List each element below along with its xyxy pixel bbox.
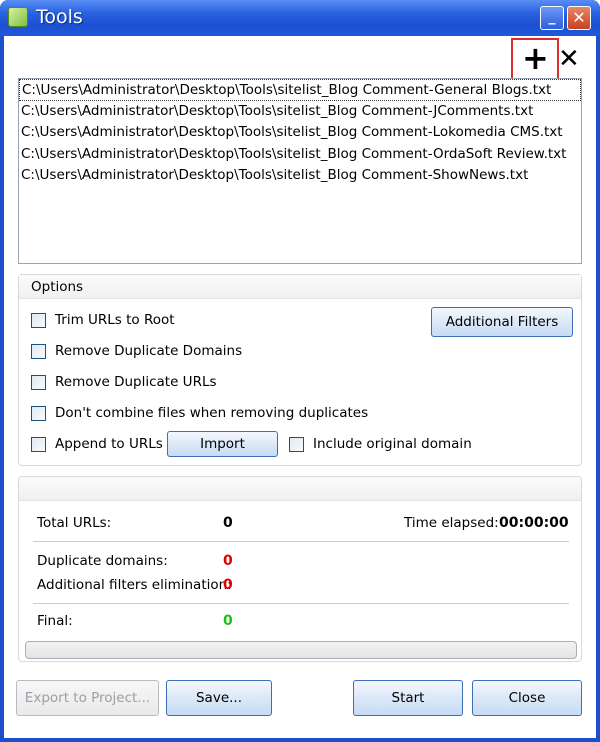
total-urls-value: 0 (223, 515, 233, 531)
client-area: + ✕ C:\Users\Administrator\Desktop\Tools… (4, 36, 596, 738)
stats-group: Total URLs: 0 Time elapsed: 00:00:00 Dup… (18, 476, 582, 662)
include-domain-checkbox[interactable] (289, 436, 304, 452)
remove-dup-urls-option[interactable]: Remove Duplicate URLs (31, 372, 217, 392)
additional-filters-elim-label: Additional filters elimination: (37, 577, 232, 593)
export-to-project-button[interactable]: Export to Project... (16, 680, 159, 716)
append-urls-checkbox[interactable] (31, 436, 46, 452)
remove-dup-urls-label: Remove Duplicate URLs (55, 374, 217, 390)
list-item[interactable]: C:\Users\Administrator\Desktop\Tools\sit… (19, 165, 581, 187)
list-item[interactable]: C:\Users\Administrator\Desktop\Tools\sit… (19, 144, 581, 166)
file-list[interactable]: C:\Users\Administrator\Desktop\Tools\sit… (18, 78, 582, 264)
app-icon (8, 7, 28, 27)
time-elapsed-value: 00:00:00 (499, 515, 569, 531)
list-item[interactable]: C:\Users\Administrator\Desktop\Tools\sit… (19, 122, 581, 144)
dont-combine-option[interactable]: Don't combine files when removing duplic… (31, 403, 368, 423)
minimize-button[interactable]: _ (540, 6, 564, 30)
stats-header (19, 477, 581, 501)
plus-icon[interactable]: + (522, 40, 549, 76)
final-label: Final: (37, 613, 73, 629)
progress-bar (25, 641, 577, 659)
close-button[interactable]: Close (472, 680, 582, 716)
remove-dup-domains-option[interactable]: Remove Duplicate Domains (31, 341, 242, 361)
window-close-button[interactable]: ✕ (567, 6, 591, 30)
dont-combine-checkbox[interactable] (31, 405, 46, 421)
final-value: 0 (223, 613, 233, 629)
include-domain-option[interactable]: Include original domain (289, 434, 472, 454)
append-urls-label: Append to URLs (55, 436, 163, 452)
dup-domains-label: Duplicate domains: (37, 553, 168, 569)
total-urls-label: Total URLs: (37, 515, 112, 531)
dup-domains-value: 0 (223, 553, 233, 569)
append-urls-option[interactable]: Append to URLs (31, 434, 163, 454)
options-title: Options (31, 279, 84, 295)
additional-filters-button[interactable]: Additional Filters (431, 307, 573, 337)
remove-dup-domains-checkbox[interactable] (31, 343, 46, 359)
close-icon[interactable]: ✕ (558, 44, 580, 74)
additional-filters-elim-value: 0 (223, 577, 233, 593)
options-header: Options (19, 275, 581, 299)
window-title: Tools (36, 6, 83, 28)
divider (33, 603, 569, 604)
import-button[interactable]: Import (167, 431, 278, 457)
remove-dup-urls-checkbox[interactable] (31, 374, 46, 390)
divider (33, 541, 569, 542)
trim-urls-label: Trim URLs to Root (55, 312, 175, 328)
remove-dup-domains-label: Remove Duplicate Domains (55, 343, 243, 359)
save-button[interactable]: Save... (166, 680, 272, 716)
trim-urls-option[interactable]: Trim URLs to Root (31, 310, 175, 330)
list-item[interactable]: C:\Users\Administrator\Desktop\Tools\sit… (19, 79, 581, 101)
start-button[interactable]: Start (353, 680, 463, 716)
list-item[interactable]: C:\Users\Administrator\Desktop\Tools\sit… (19, 101, 581, 123)
title-bar[interactable]: Tools _ ✕ (0, 0, 600, 36)
time-elapsed-label: Time elapsed: (404, 515, 499, 531)
dont-combine-label: Don't combine files when removing duplic… (55, 405, 369, 421)
trim-urls-checkbox[interactable] (31, 312, 46, 328)
include-domain-label: Include original domain (313, 436, 472, 452)
options-group: Options Trim URLs to Root Remove Duplica… (18, 274, 582, 466)
tools-window: Tools _ ✕ + ✕ C:\Users\Administrator\Des… (0, 0, 600, 742)
